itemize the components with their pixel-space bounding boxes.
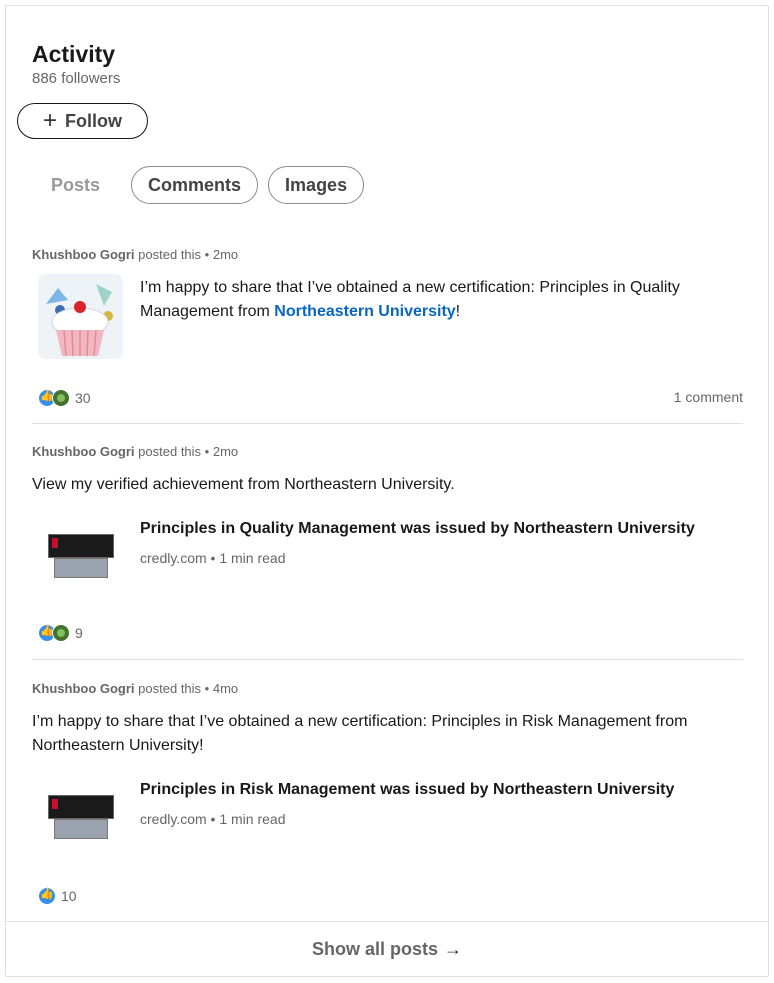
article-title[interactable]: Principles in Risk Management was issued… — [140, 779, 743, 801]
article-domain: credly.com — [140, 550, 207, 566]
post-text-end: ! — [455, 303, 461, 320]
post-action: posted this — [138, 681, 202, 696]
post-item[interactable]: Khushboo Gogri posted this • 4mo I’m hap… — [32, 680, 743, 758]
reaction-summary[interactable]: 9 — [38, 624, 83, 642]
post-text: I’m happy to share that I’ve obtained a … — [32, 713, 688, 754]
show-all-label: Show all posts — [311, 939, 439, 959]
certificate-thumbnail[interactable] — [38, 526, 118, 586]
followers-count: 886 followers — [32, 70, 121, 87]
meta-separator: • — [204, 681, 210, 696]
post-divider — [32, 423, 743, 424]
celebrate-icon — [52, 624, 70, 642]
tab-images[interactable]: Images — [268, 166, 365, 204]
certificate-badge-icon — [54, 558, 108, 578]
article-source: credly.com • 1 min read — [140, 809, 743, 829]
post-author[interactable]: Khushboo Gogri — [32, 681, 135, 696]
plus-icon: + — [42, 107, 57, 134]
meta-separator: • — [204, 444, 210, 459]
certificate-thumbnail[interactable] — [38, 787, 118, 847]
tab-posts[interactable]: Posts — [30, 166, 121, 204]
article-title[interactable]: Principles in Quality Management was iss… — [140, 518, 743, 540]
post-divider — [32, 659, 743, 660]
celebrate-icon — [52, 389, 70, 407]
article-read-time: 1 min read — [219, 811, 286, 827]
meta-separator: • — [210, 550, 216, 566]
follow-label: Follow — [65, 110, 122, 131]
post-text: View my verified achievement from Northe… — [32, 476, 455, 493]
reaction-summary[interactable]: 10 — [38, 887, 77, 905]
cupcake-illustration-icon — [38, 274, 123, 359]
like-icon — [38, 887, 56, 905]
post-item[interactable]: Khushboo Gogri posted this • 2mo — [32, 246, 743, 264]
follow-button[interactable]: + Follow — [17, 103, 148, 139]
comment-count[interactable]: 1 comment — [674, 389, 743, 405]
post-action: posted this — [138, 247, 202, 262]
post-time: 2mo — [212, 247, 239, 262]
activity-header: Activity 886 followers — [32, 40, 120, 89]
article-domain: credly.com — [140, 811, 207, 827]
post-meta: Khushboo Gogri posted this • 4mo — [32, 680, 743, 698]
meta-separator: • — [204, 247, 210, 262]
article-preview[interactable]: Principles in Quality Management was iss… — [140, 518, 743, 568]
article-read-time: 1 min read — [219, 550, 286, 566]
post-text: I’m happy to share that I’ve obtained a … — [140, 276, 740, 324]
meta-separator: • — [210, 811, 216, 827]
post-meta: Khushboo Gogri posted this • 2mo — [32, 246, 743, 264]
article-source: credly.com • 1 min read — [140, 548, 743, 568]
reaction-summary[interactable]: 30 — [38, 389, 91, 407]
post-item[interactable]: Khushboo Gogri posted this • 2mo View my… — [32, 443, 743, 497]
tab-comments[interactable]: Comments — [131, 166, 259, 204]
arrow-right-icon: → — [444, 939, 463, 959]
post-meta: Khushboo Gogri posted this • 2mo — [32, 443, 743, 461]
post-time: 2mo — [212, 444, 239, 459]
reaction-count: 9 — [75, 625, 83, 641]
activity-tabs: Posts Comments Images — [30, 166, 374, 204]
reaction-count: 30 — [75, 390, 91, 406]
post-action: posted this — [138, 444, 202, 459]
company-link[interactable]: Northeastern University — [274, 303, 455, 320]
article-preview[interactable]: Principles in Risk Management was issued… — [140, 779, 743, 829]
certificate-badge-icon — [54, 819, 108, 839]
post-image-cupcake[interactable] — [38, 274, 123, 359]
certificate-header-icon — [48, 795, 114, 819]
certificate-header-icon — [48, 534, 114, 558]
reaction-count: 10 — [61, 888, 77, 904]
post-author[interactable]: Khushboo Gogri — [32, 444, 135, 459]
show-all-posts-button[interactable]: Show all posts → — [5, 921, 769, 977]
post-time: 4mo — [212, 681, 239, 696]
post-author[interactable]: Khushboo Gogri — [32, 247, 135, 262]
section-title: Activity — [32, 41, 116, 67]
